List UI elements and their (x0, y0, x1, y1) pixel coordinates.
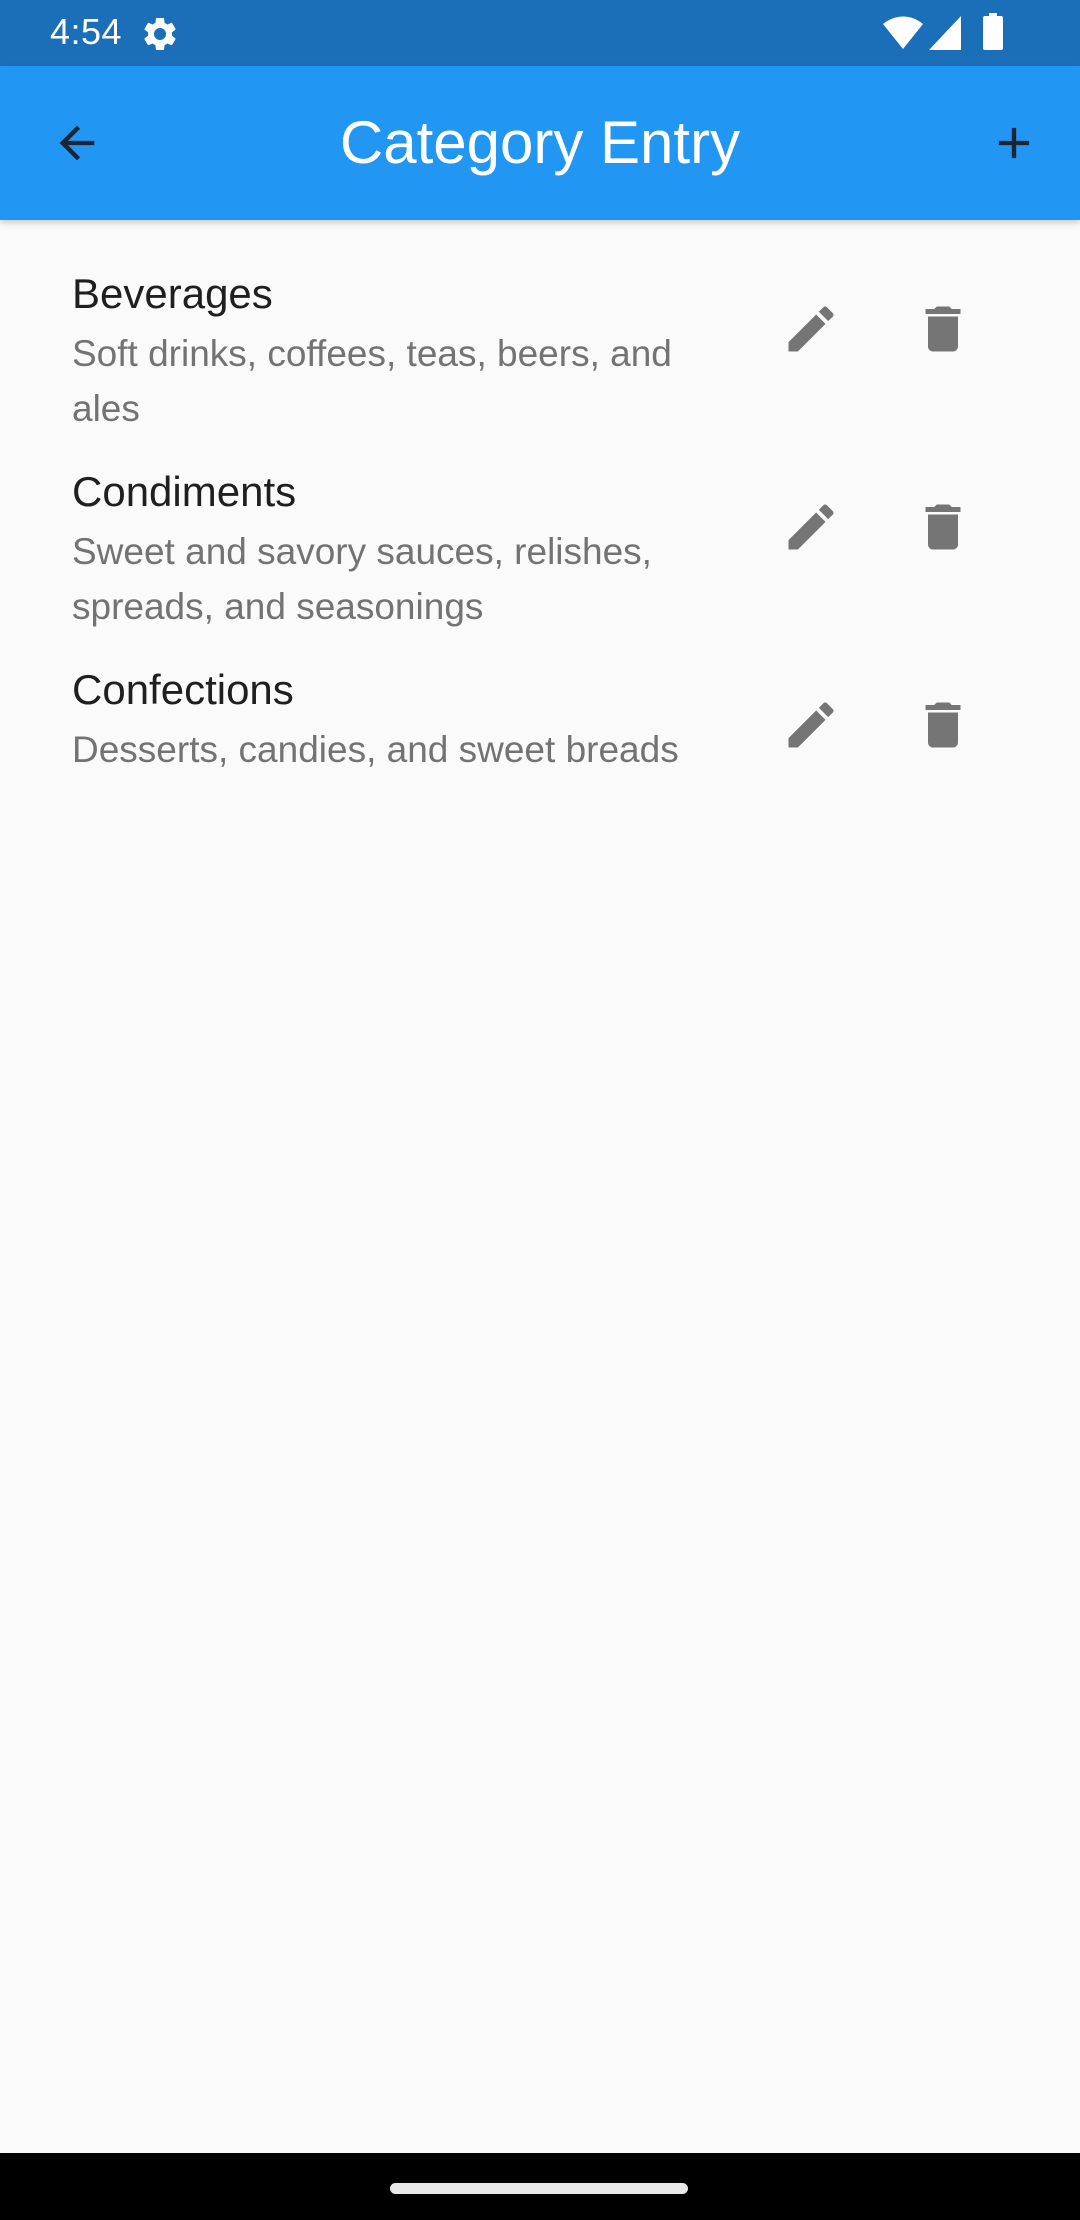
edit-icon (788, 306, 834, 352)
settings-gear-icon (140, 14, 180, 54)
status-time: 4:54 (50, 11, 123, 52)
category-name: Beverages (72, 270, 273, 317)
edit-button[interactable] (766, 680, 856, 770)
app-bar: Category Entry (0, 66, 1080, 220)
category-description: Desserts, candies, and sweet breads (72, 729, 679, 770)
page-title: Category Entry (339, 109, 741, 176)
system-navigation-bar (0, 2153, 1080, 2220)
delete-button[interactable] (898, 284, 988, 374)
edit-button[interactable] (766, 284, 856, 374)
category-item-beverages[interactable]: Beverages Soft drinks, coffees, teas, be… (0, 244, 1080, 442)
delete-button[interactable] (898, 680, 988, 770)
delete-icon (925, 702, 961, 748)
category-item-confections[interactable]: Confections Desserts, candies, and sweet… (0, 640, 1080, 838)
category-item-condiments[interactable]: Condiments Sweet and savory sauces, reli… (0, 442, 1080, 640)
edit-icon (788, 702, 834, 748)
category-name: Confections (72, 666, 294, 713)
category-description: Soft drinks, coffees, teas, beers, and a… (72, 333, 672, 429)
delete-icon (925, 306, 961, 352)
add-category-button[interactable] (972, 101, 1056, 185)
category-description: Sweet and savory sauces, relishes, sprea… (72, 531, 652, 627)
category-list: Beverages Soft drinks, coffees, teas, be… (0, 220, 1080, 838)
home-gesture-handle[interactable] (390, 2183, 688, 2194)
add-icon (998, 127, 1030, 159)
edit-button[interactable] (766, 482, 856, 572)
status-bar: 4:54 (0, 0, 1080, 66)
battery-icon (982, 13, 1004, 51)
category-name: Condiments (72, 468, 297, 515)
delete-button[interactable] (898, 482, 988, 572)
wifi-icon (882, 15, 924, 51)
delete-icon (925, 504, 961, 550)
cellular-signal-icon (928, 15, 962, 51)
edit-icon (788, 504, 834, 550)
